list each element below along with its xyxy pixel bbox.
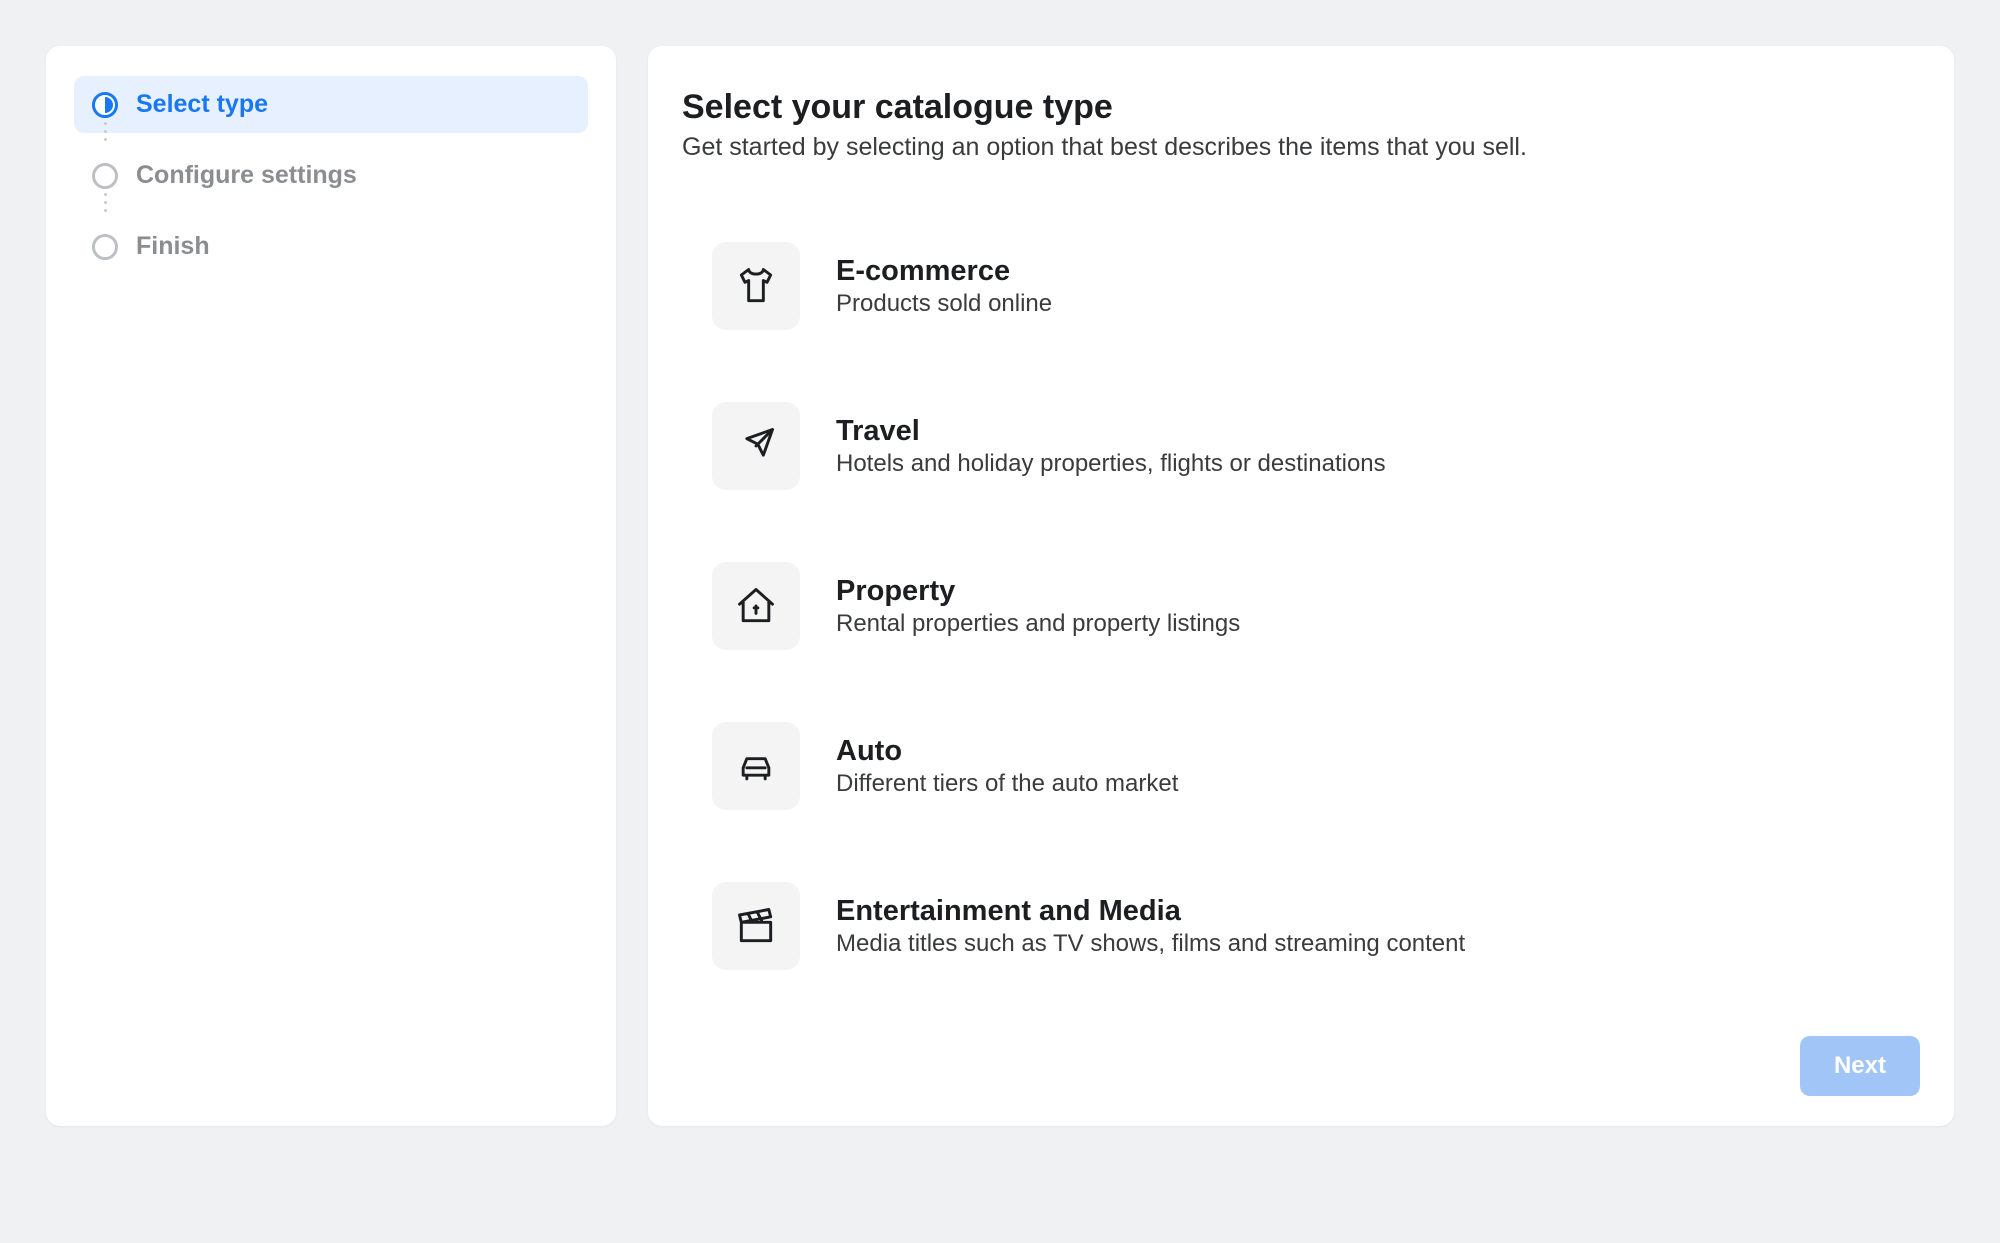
main-panel: Select your catalogue type Get started b… bbox=[648, 46, 1954, 1126]
page-subtitle: Get started by selecting an option that … bbox=[682, 133, 1920, 162]
option-auto[interactable]: Auto Different tiers of the auto market bbox=[712, 722, 1920, 810]
option-ecommerce[interactable]: E-commerce Products sold online bbox=[712, 242, 1920, 330]
option-title: Travel bbox=[836, 415, 1386, 448]
footer-actions: Next bbox=[682, 996, 1920, 1096]
option-travel[interactable]: Travel Hotels and holiday properties, fl… bbox=[712, 402, 1920, 490]
step-label: Configure settings bbox=[136, 161, 357, 190]
car-icon bbox=[712, 722, 800, 810]
page-title: Select your catalogue type bbox=[682, 88, 1920, 127]
wizard-step-finish[interactable]: Finish bbox=[74, 218, 588, 275]
clapper-icon bbox=[712, 882, 800, 970]
catalogue-options: E-commerce Products sold online Travel H… bbox=[682, 242, 1920, 970]
option-title: E-commerce bbox=[836, 255, 1052, 288]
option-desc: Different tiers of the auto market bbox=[836, 770, 1178, 798]
step-indicator-icon bbox=[92, 234, 118, 260]
option-desc: Rental properties and property listings bbox=[836, 610, 1240, 638]
wizard-step-configure[interactable]: Configure settings bbox=[74, 147, 588, 204]
wizard-step-select-type[interactable]: Select type bbox=[74, 76, 588, 133]
option-property[interactable]: Property Rental properties and property … bbox=[712, 562, 1920, 650]
option-desc: Hotels and holiday properties, flights o… bbox=[836, 450, 1386, 478]
option-desc: Media titles such as TV shows, films and… bbox=[836, 930, 1465, 958]
option-title: Property bbox=[836, 575, 1240, 608]
step-label: Finish bbox=[136, 232, 210, 261]
plane-icon bbox=[712, 402, 800, 490]
wizard-sidebar: Select type Configure settings Finish bbox=[46, 46, 616, 1126]
option-title: Auto bbox=[836, 735, 1178, 768]
next-button[interactable]: Next bbox=[1800, 1036, 1920, 1096]
step-label: Select type bbox=[136, 90, 268, 119]
option-title: Entertainment and Media bbox=[836, 895, 1465, 928]
step-indicator-icon bbox=[92, 92, 118, 118]
tshirt-icon bbox=[712, 242, 800, 330]
option-desc: Products sold online bbox=[836, 290, 1052, 318]
house-icon bbox=[712, 562, 800, 650]
step-indicator-icon bbox=[92, 163, 118, 189]
option-entertainment[interactable]: Entertainment and Media Media titles suc… bbox=[712, 882, 1920, 970]
